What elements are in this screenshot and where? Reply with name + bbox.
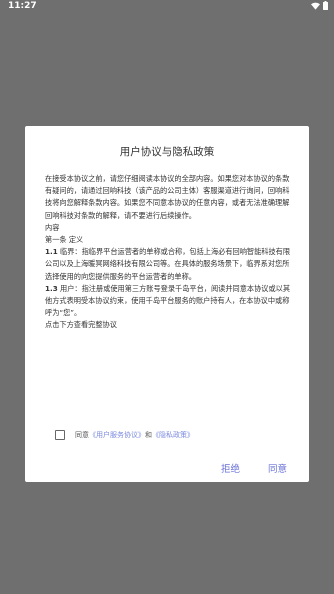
privacy-dialog: 用户协议与隐私政策 在接受本协议之前，请您仔细阅读本协议的全部内容。如果您对本协…: [25, 126, 309, 482]
terms-link[interactable]: 《用户服务协议》: [89, 430, 145, 440]
agree-and: 和: [145, 431, 152, 439]
content-label: 内容: [45, 222, 60, 232]
click-hint: 点击下方查看完整协议: [45, 320, 117, 330]
dialog-body[interactable]: 在接受本协议之前，请您仔细阅读本协议的全部内容。如果您对本协议的条款有疑问的，请…: [45, 173, 291, 332]
agree-row: 同意 《用户服务协议》 和 《隐私政策》: [55, 428, 194, 442]
status-time: 11:27: [8, 1, 37, 11]
dialog-title: 用户协议与隐私政策: [119, 146, 215, 158]
accept-button[interactable]: 同意: [268, 461, 287, 475]
item-1-1-number: 1.1: [45, 247, 58, 257]
status-bar: 11:27: [0, 0, 334, 14]
agree-checkbox[interactable]: [55, 430, 65, 440]
wifi-icon: [311, 2, 320, 10]
status-icons: [311, 1, 328, 10]
privacy-link[interactable]: 《隐私政策》: [152, 430, 194, 440]
battery-icon: [323, 1, 328, 10]
item-1-3: 1.3 用户：指注册或使用第三方账号登录千岛平台，阅读并同意本协议或以其他方式表…: [45, 283, 291, 320]
item-1-1: 1.1 临界：指临界平台运营者的单称或合称，包括上海必有回响智能科技有限公司以及…: [45, 246, 291, 283]
article-1-heading: 第一条 定义: [45, 235, 84, 245]
decline-button[interactable]: 拒绝: [221, 461, 240, 475]
agree-prefix: 同意: [75, 431, 89, 439]
item-1-3-number: 1.3: [45, 283, 58, 293]
item-1-3-text: 用户：指注册或使用第三方账号登录千岛平台，阅读并同意本协议或以其他方式表明受本协…: [45, 283, 291, 318]
intro-text: 在接受本协议之前，请您仔细阅读本协议的全部内容。如果您对本协议的条款有疑问的，请…: [45, 174, 290, 220]
item-1-1-text: 临界：指临界平台运营者的单称或合称，包括上海必有回响智能科技有限公司以及上海暖冥…: [45, 247, 291, 281]
